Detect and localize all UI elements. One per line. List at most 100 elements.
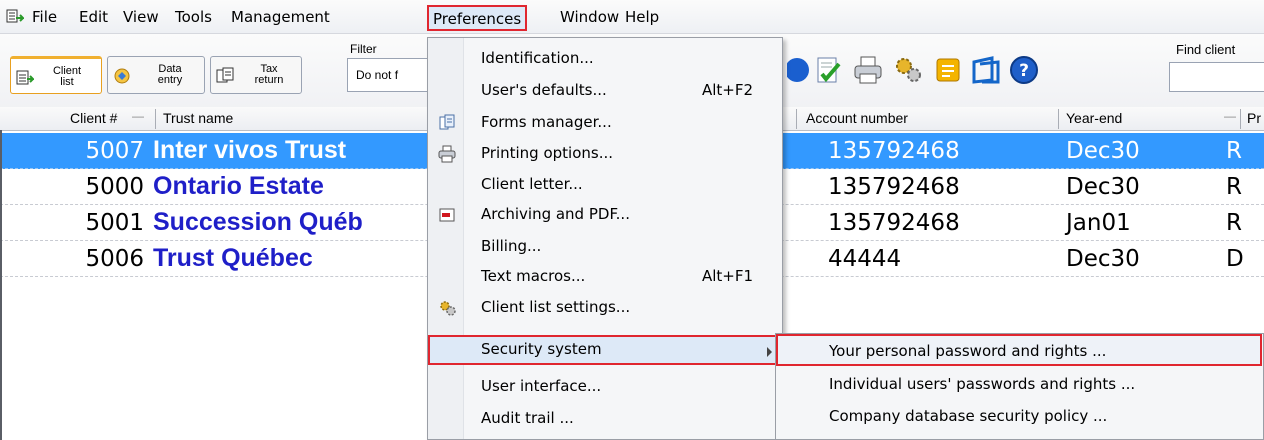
menu-item-audit-trail[interactable]: Audit trail ... (428, 404, 782, 434)
tab-client-list-line2: list (60, 76, 74, 88)
client-number: 5007 (85, 138, 144, 164)
tab-tax-return-line2: return (254, 74, 284, 86)
window-icon[interactable] (970, 54, 1002, 86)
menu-management[interactable]: Management (231, 8, 330, 26)
svg-text:?: ? (1019, 61, 1029, 81)
account-number: 135792468 (828, 210, 960, 236)
menu-item-label: Audit trail ... (481, 409, 574, 427)
pr-value: D (1226, 246, 1244, 272)
menu-item-printing-options[interactable]: Printing options... (428, 139, 782, 169)
trust-name: Trust Québec (153, 244, 313, 272)
forms-icon (439, 114, 455, 130)
menu-tools[interactable]: Tools (175, 8, 212, 26)
menu-item-label: Billing... (481, 237, 542, 255)
submenu-item-database-security-policy[interactable]: Company database security policy ... (778, 400, 1258, 432)
gears-icon[interactable] (892, 54, 924, 86)
col-account-number[interactable]: Account number (806, 110, 908, 126)
year-end: Jan01 (1066, 210, 1131, 236)
submenu-item-label: Individual users' passwords and rights .… (829, 375, 1136, 393)
col-pr[interactable]: Pr (1247, 110, 1261, 126)
menu-item-label: Client letter... (481, 175, 583, 193)
col-resize-icon: — (1224, 109, 1236, 123)
preferences-menu: Identification... User's defaults... Alt… (427, 37, 783, 440)
app-icon (6, 9, 24, 23)
data-entry-icon (114, 68, 130, 84)
pr-value: R (1226, 174, 1242, 200)
menu-view[interactable]: View (123, 8, 159, 26)
col-separator (1058, 109, 1059, 129)
menu-item-identification[interactable]: Identification... (428, 44, 782, 74)
menu-bar: File Edit View Tools Management Preferen… (0, 0, 1264, 34)
menu-item-security-system[interactable]: Security system (428, 335, 782, 365)
col-separator (1240, 109, 1241, 129)
col-separator (796, 109, 797, 129)
menu-item-shortcut: Alt+F2 (702, 81, 754, 99)
col-client-num[interactable]: Client # (70, 110, 117, 126)
printer-icon (438, 145, 456, 163)
menu-item-shortcut: Alt+F1 (702, 267, 754, 285)
find-client-input[interactable] (1169, 62, 1264, 92)
pr-value: R (1226, 210, 1242, 236)
help-icon[interactable]: ? (1008, 54, 1040, 86)
menu-edit[interactable]: Edit (79, 8, 108, 26)
col-resize-icon: — (132, 109, 144, 123)
client-number: 5000 (85, 174, 144, 200)
menu-item-label: Printing options... (481, 144, 614, 162)
tab-tax-return[interactable]: Tax return (210, 56, 302, 94)
client-number: 5001 (85, 210, 144, 236)
menu-help[interactable]: Help (625, 8, 659, 26)
printer-icon[interactable] (852, 54, 884, 86)
menu-item-user-interface[interactable]: User interface... (428, 372, 782, 402)
col-year-end[interactable]: Year-end (1066, 110, 1122, 126)
edit-check-icon[interactable] (812, 54, 844, 86)
menu-item-billing[interactable]: Billing... (428, 232, 782, 262)
account-number: 44444 (828, 246, 902, 272)
menu-item-archiving-pdf[interactable]: Archiving and PDF... (428, 200, 782, 230)
submenu-item-users-passwords[interactable]: Individual users' passwords and rights .… (778, 368, 1258, 400)
menu-item-text-macros[interactable]: Text macros... Alt+F1 (428, 262, 782, 292)
menu-item-forms-manager[interactable]: Forms manager... (428, 108, 782, 138)
trust-name: Inter vivos Trust (153, 136, 347, 164)
col-separator (155, 109, 156, 129)
security-system-submenu: Your personal password and rights ... In… (775, 333, 1264, 440)
submenu-arrow-icon (767, 347, 772, 357)
menu-item-users-defaults[interactable]: User's defaults... Alt+F2 (428, 76, 782, 106)
menu-item-label: User's defaults... (481, 81, 607, 99)
gears-icon (440, 301, 456, 316)
year-end: Dec30 (1066, 138, 1140, 164)
note-icon[interactable] (932, 54, 964, 86)
col-trust-name[interactable]: Trust name (163, 110, 233, 126)
menu-item-client-list-settings[interactable]: Client list settings... (428, 293, 782, 323)
pr-value: R (1226, 138, 1242, 164)
submenu-item-personal-password[interactable]: Your personal password and rights ... (776, 334, 1262, 366)
submenu-item-label: Your personal password and rights ... (829, 342, 1107, 360)
account-number: 135792468 (828, 174, 960, 200)
trust-name: Ontario Estate (153, 172, 324, 200)
menu-item-label: Security system (481, 340, 602, 358)
tab-data-entry[interactable]: Data entry (107, 56, 205, 94)
trust-name: Succession Québ (153, 208, 363, 236)
menu-item-label: Forms manager... (481, 113, 612, 131)
menu-item-label: Identification... (481, 49, 594, 67)
menu-window[interactable]: Window (560, 8, 619, 26)
menu-item-client-letter[interactable]: Client letter... (428, 170, 782, 200)
menu-file[interactable]: File (32, 8, 57, 26)
menu-preferences[interactable]: Preferences (427, 5, 528, 31)
tab-data-entry-line2: entry (157, 74, 183, 86)
year-end: Dec30 (1066, 174, 1140, 200)
filter-label: Filter (350, 42, 377, 56)
year-end: Dec30 (1066, 246, 1140, 272)
menu-item-label: User interface... (481, 377, 602, 395)
submenu-item-label: Company database security policy ... (829, 407, 1108, 425)
menu-item-label: Text macros... (481, 267, 586, 285)
filter-select[interactable]: Do not f (347, 58, 429, 92)
tab-client-list[interactable]: Client list (10, 56, 102, 94)
client-list-icon (16, 70, 34, 85)
pdf-icon (439, 208, 455, 222)
find-client-label: Find client (1176, 42, 1236, 57)
window-left-border (0, 130, 2, 440)
client-number: 5006 (85, 246, 144, 272)
account-number: 135792468 (828, 138, 960, 164)
menu-item-label: Client list settings... (481, 298, 631, 316)
tax-return-icon (216, 67, 234, 83)
